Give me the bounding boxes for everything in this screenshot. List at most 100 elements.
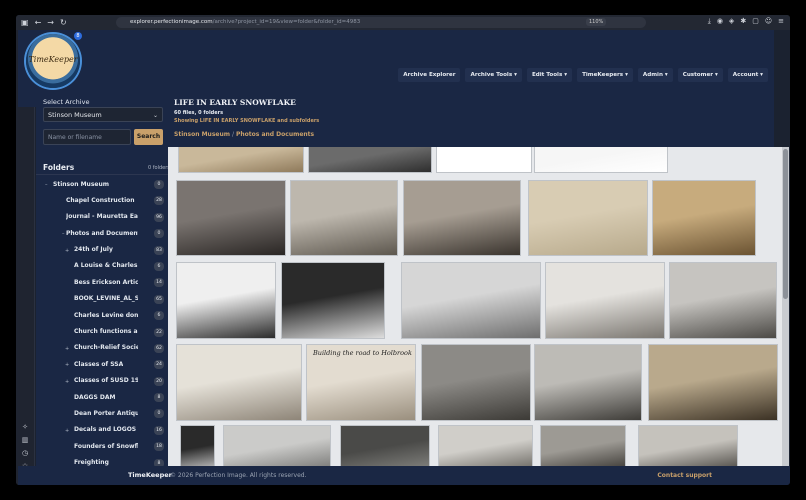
photo-thumbnail[interactable] [436, 147, 532, 173]
expand-icon[interactable]: + [65, 379, 69, 385]
menu-archive-tools[interactable]: Archive Tools ▾ [465, 68, 522, 82]
folder-count-badge: 96 [154, 212, 164, 222]
collapse-icon[interactable]: – [62, 231, 65, 237]
search-input[interactable]: Name or filename [43, 129, 131, 145]
app-footer: TimeKeeper © 2026 Perfection Image. All … [18, 466, 790, 485]
photo-thumbnail[interactable] [180, 425, 215, 466]
breadcrumb-stinson-museum[interactable]: Stinson Museum [174, 131, 230, 138]
folder-tree-item[interactable]: Freighting 8 [36, 456, 186, 466]
folder-tree-item[interactable]: – Stinson Museum 0 [36, 177, 186, 193]
folder-tree-item[interactable]: + Classes of SSA 24 [36, 357, 186, 373]
folder-count-badge: 14 [154, 278, 164, 288]
photo-thumbnail[interactable] [281, 262, 385, 339]
folder-label: 24th of July [74, 246, 113, 254]
photo-thumbnail[interactable] [308, 147, 432, 173]
timekeeper-logo[interactable]: TimeKeeper 8 [26, 32, 82, 88]
photo-thumbnail[interactable] [648, 344, 778, 421]
folder-tree-item[interactable]: Charles Levine dona... 6 [36, 308, 186, 324]
menu-customer[interactable]: Customer ▾ [677, 68, 723, 82]
back-icon[interactable]: ← [35, 18, 42, 27]
photo-thumbnail[interactable]: Building the road to Holbrook [306, 344, 416, 421]
sidebar-divider [36, 174, 186, 175]
menu-icon[interactable]: ≡ [778, 17, 784, 26]
history-icon[interactable]: ◷ [20, 448, 30, 458]
forward-icon[interactable]: → [47, 18, 54, 27]
menu-archive-explorer[interactable]: Archive Explorer [398, 68, 461, 82]
reload-icon[interactable]: ↻ [60, 18, 67, 27]
photo-thumbnail[interactable] [421, 344, 531, 421]
photo-thumbnail[interactable] [438, 425, 533, 466]
folders-heading: Folders [43, 163, 75, 172]
collapse-icon[interactable]: – [45, 182, 48, 188]
extensions-rail-icon[interactable]: ✧ [20, 422, 30, 432]
reading-list-icon[interactable]: ▥ [20, 435, 30, 445]
search-button[interactable]: Search [134, 129, 163, 145]
menu-timekeepers[interactable]: TimeKeepers ▾ [577, 68, 633, 82]
folder-tree-item[interactable]: DAGGS DAM 8 [36, 390, 186, 406]
shield-icon[interactable]: ◈ [729, 17, 734, 26]
photo-thumbnail[interactable] [638, 425, 738, 466]
photo-caption: Building the road to Holbrook [313, 349, 412, 357]
folder-count-badge: 24 [154, 360, 164, 370]
photo-thumbnail[interactable] [669, 262, 777, 339]
contact-support-link[interactable]: Contact support [657, 472, 712, 479]
folder-count-badge: 83 [154, 245, 164, 255]
sidebar-toggle-icon[interactable]: ▣ [21, 18, 29, 27]
folder-showing: Showing LIFE IN EARLY SNOWFLAKE and subf… [174, 118, 320, 124]
breadcrumb-separator: / [231, 131, 235, 138]
photo-thumbnail[interactable] [403, 180, 521, 256]
folder-tree-item[interactable]: Founders of Snowfl... 18 [36, 439, 186, 455]
expand-icon[interactable]: + [65, 362, 69, 368]
archive-select[interactable]: Stinson Museum ⌄ [43, 107, 163, 122]
photo-thumbnail[interactable] [223, 425, 331, 466]
url-path: /archive?project_id=19&view=folder&folde… [212, 19, 361, 25]
folder-label: Bess Erickson Articles [74, 278, 138, 286]
folder-tree-item[interactable]: +24th of July 83 [36, 243, 186, 259]
photo-thumbnail[interactable] [534, 344, 642, 421]
photo-thumbnail[interactable] [545, 262, 665, 339]
folder-tree-item[interactable]: Bess Erickson Articles 14 [36, 275, 186, 291]
folder-tree-item[interactable]: Dean Porter Antiques 0 [36, 406, 186, 422]
address-bar[interactable]: explorer.perfectionimage.com/archive?pro… [116, 17, 646, 28]
menu-admin[interactable]: Admin ▾ [637, 68, 673, 82]
menu-edit-tools[interactable]: Edit Tools ▾ [526, 68, 573, 82]
folder-tree-item[interactable]: Church functions an... 22 [36, 325, 186, 341]
expand-icon[interactable]: + [65, 248, 69, 254]
puzzle-icon[interactable]: ✱ [740, 17, 746, 26]
tabs-icon[interactable]: ▢ [752, 17, 759, 26]
photo-thumbnail[interactable] [340, 425, 430, 466]
photo-thumbnail[interactable] [176, 344, 302, 421]
photo-thumbnail[interactable] [176, 180, 286, 256]
photo-thumbnail[interactable] [290, 180, 398, 256]
folder-tree-item[interactable]: Chapel Construction 28 [36, 193, 186, 209]
folder-tree-item[interactable]: Journal - Mauretta Eager 96 [36, 210, 186, 226]
folder-count-badge: 20 [154, 376, 164, 386]
expand-icon[interactable]: + [65, 428, 69, 434]
download-icon[interactable]: ⤓ [708, 17, 711, 26]
photo-thumbnail[interactable] [540, 425, 626, 466]
menu-account[interactable]: Account ▾ [727, 68, 768, 82]
photo-thumbnail[interactable] [178, 147, 304, 173]
photo-thumbnail[interactable] [176, 262, 276, 339]
photo-thumbnail[interactable] [401, 262, 541, 339]
photo-thumbnail[interactable] [534, 147, 668, 173]
folder-tree-item[interactable]: BOOK_LEVINE_AL_S... 65 [36, 292, 186, 308]
folder-tree-item[interactable]: – Photos and Documents 0 [36, 226, 186, 242]
folder-label: Classes of SSA [74, 360, 124, 368]
profile-icon[interactable]: ☺ [765, 17, 772, 26]
photo-thumbnail[interactable] [528, 180, 648, 256]
extension-icon[interactable]: ◉ [717, 17, 723, 26]
expand-icon[interactable]: + [65, 346, 69, 352]
breadcrumb-photos-and-documents[interactable]: Photos and Documents [236, 131, 314, 138]
photo-thumbnail[interactable] [652, 180, 756, 256]
notification-badge: 8 [74, 32, 82, 40]
folder-label: Church-Relief Society [74, 344, 138, 352]
folder-tree-item[interactable]: + Classes of SUSD 192... 20 [36, 374, 186, 390]
folder-tree-item[interactable]: + Church-Relief Society 62 [36, 341, 186, 357]
folder-count-badge: 8 [154, 393, 164, 403]
folder-tree-item[interactable]: + Decals and LOGOS 16 [36, 423, 186, 439]
folder-tree-item[interactable]: A Louise & Charles Le... 6 [36, 259, 186, 275]
zoom-indicator[interactable]: 110% [586, 18, 607, 26]
scrollbar-thumb[interactable] [783, 149, 788, 299]
gallery-scrollbar[interactable] [782, 147, 789, 466]
